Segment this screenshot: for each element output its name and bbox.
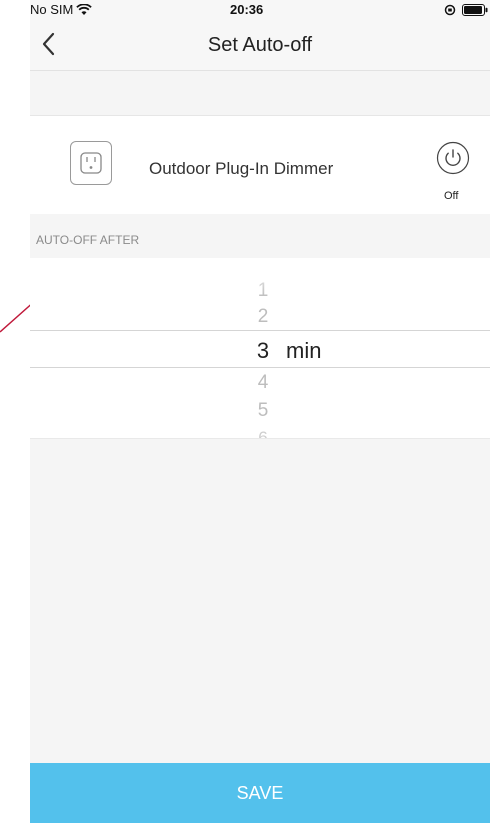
section-header-label: AUTO-OFF AFTER	[36, 233, 140, 247]
outlet-icon	[70, 141, 112, 185]
picker-option[interactable]: 2	[248, 306, 278, 328]
picker-unit-label: min	[286, 338, 322, 363]
picker-option[interactable]: 4	[248, 372, 278, 394]
status-bar: No SIM 20:36	[30, 0, 490, 20]
device-name: Outdoor Plug-In Dimmer	[149, 159, 334, 178]
navigation-bar: Set Auto-off	[30, 20, 490, 71]
carrier-label: No SIM	[30, 2, 74, 17]
page-title: Set Auto-off	[207, 34, 313, 56]
section-header: AUTO-OFF AFTER	[30, 214, 490, 258]
wifi-icon	[76, 4, 92, 15]
status-time: 20:36	[230, 2, 264, 17]
device-row: Outdoor Plug-In Dimmer Off	[30, 115, 490, 215]
outlet-glyph	[80, 152, 102, 174]
phone-screen: No SIM 20:36 Set Auto-off Outdoor Plug-I…	[30, 0, 490, 823]
orientation-lock-icon	[444, 4, 456, 16]
picker-option[interactable]: 1	[248, 280, 278, 302]
top-spacer	[30, 71, 490, 115]
minutes-picker[interactable]: 1 2 3 min 4 5 6	[30, 258, 490, 439]
picker-option[interactable]: 6	[248, 428, 278, 438]
picker-selected-value[interactable]: 3	[248, 338, 278, 364]
battery-icon	[462, 4, 488, 16]
empty-content-area	[30, 439, 490, 763]
picker-option[interactable]: 5	[248, 400, 278, 422]
save-button[interactable]: SAVE	[30, 763, 490, 823]
power-state-label: Off	[444, 190, 459, 202]
power-button-icon[interactable]	[436, 141, 470, 175]
